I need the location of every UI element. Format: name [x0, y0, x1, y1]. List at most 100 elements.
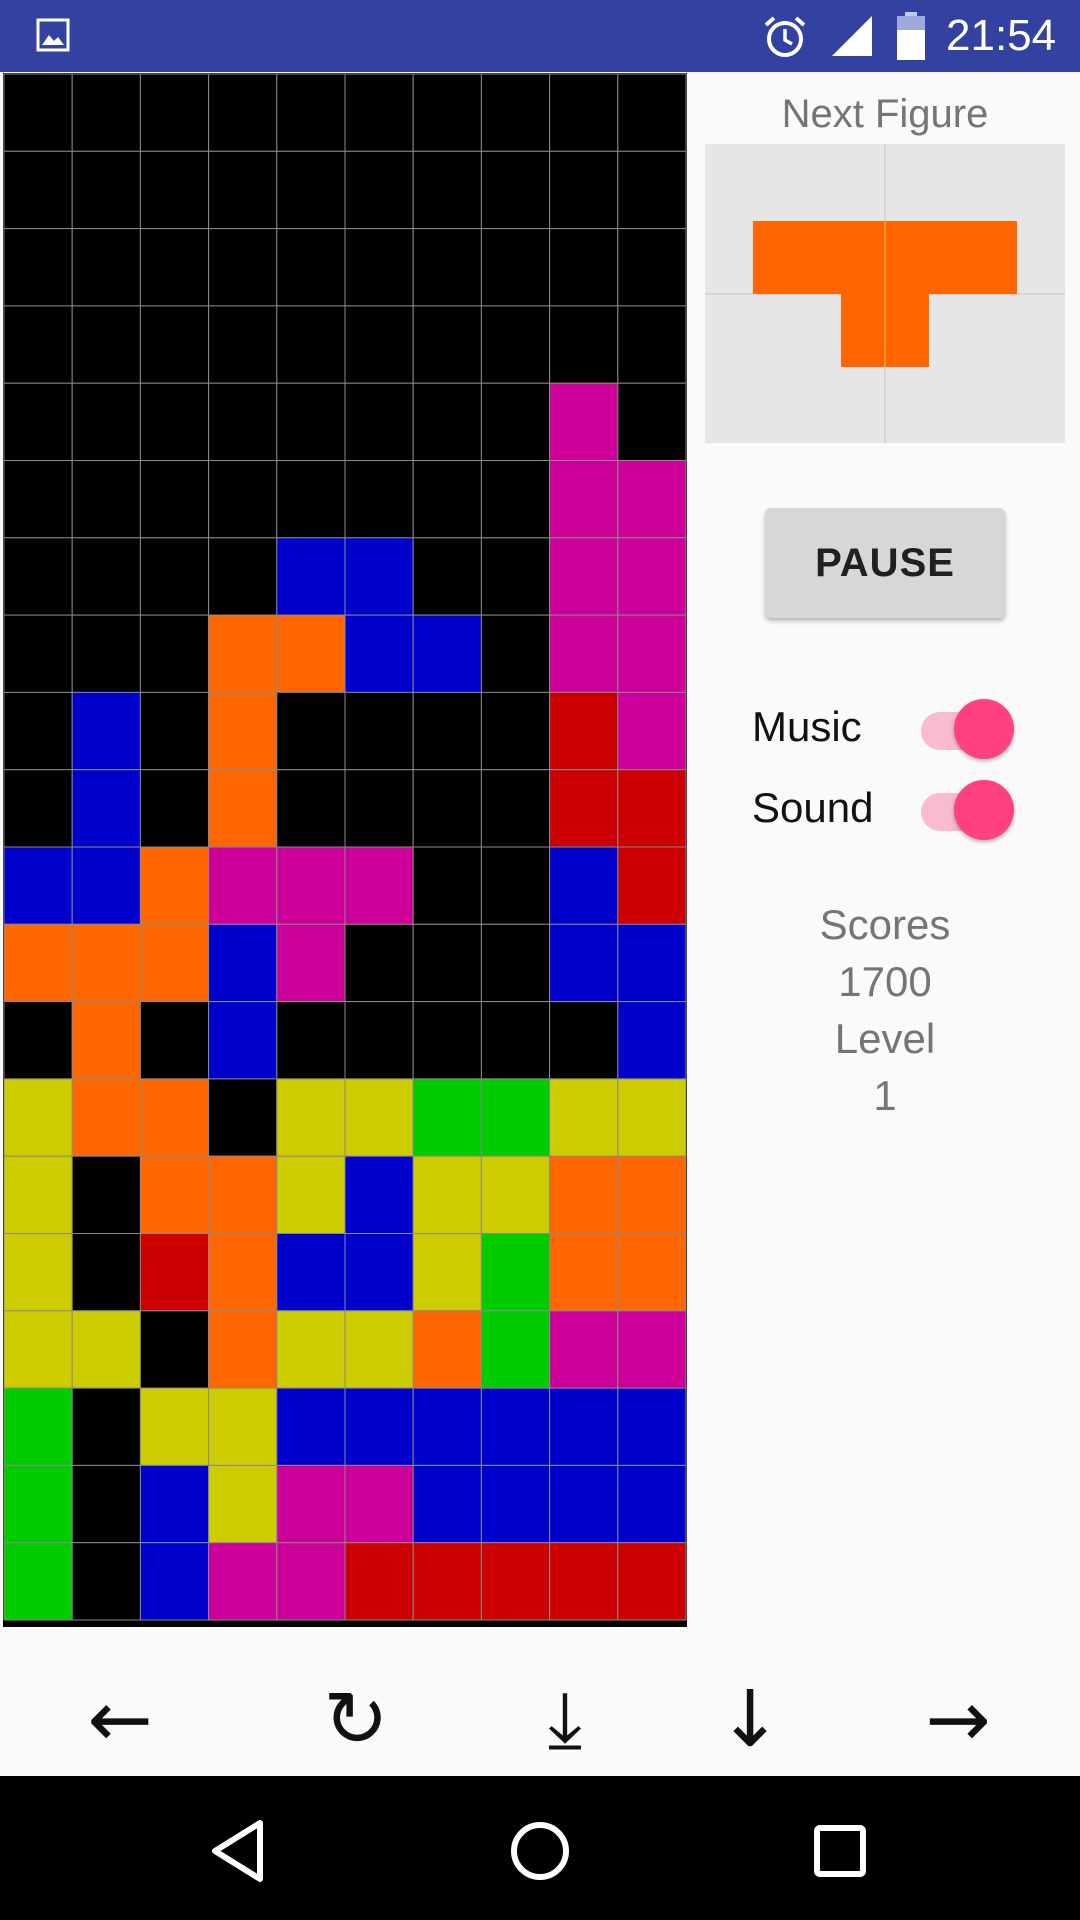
- board-cell: [208, 1078, 278, 1157]
- board-grid: [3, 73, 687, 1621]
- board-cell: [139, 73, 210, 152]
- board-cell: [139, 537, 210, 616]
- music-switch[interactable]: [909, 693, 1014, 763]
- board-cell: [208, 846, 278, 925]
- next-figure-label: Next Figure: [781, 92, 989, 136]
- board-cell: [208, 923, 278, 1003]
- board-cell: [344, 73, 414, 152]
- sound-label: Sound: [752, 784, 874, 831]
- board-cell: [617, 537, 687, 616]
- board-cell: [71, 228, 141, 307]
- board-cell: [3, 460, 73, 539]
- board-cell: [139, 691, 210, 771]
- board-cell: [208, 73, 278, 152]
- pause-button[interactable]: PAUSE: [765, 508, 1005, 618]
- board-cell: [71, 1387, 141, 1466]
- board-cell: [71, 614, 141, 693]
- game-board[interactable]: [3, 73, 687, 1627]
- board-cell: [3, 150, 73, 230]
- board-cell: [412, 846, 482, 925]
- next-piece: [705, 144, 1065, 443]
- board-cell: [549, 1233, 619, 1312]
- board-cell: [480, 1387, 551, 1466]
- board-cell: [208, 614, 278, 693]
- board-cell: [139, 1542, 210, 1621]
- board-cell: [412, 769, 482, 848]
- board-cell: [344, 1155, 414, 1234]
- board-cell: [412, 1001, 482, 1080]
- board-cell: [208, 1233, 278, 1312]
- board-cell: [3, 691, 73, 771]
- board-cell: [480, 537, 551, 616]
- board-cell: [617, 305, 687, 384]
- board-cell: [276, 537, 346, 616]
- board-cell: [480, 73, 551, 152]
- board-cell: [344, 1464, 414, 1544]
- board-cell: [276, 1155, 346, 1234]
- board-cell: [139, 1233, 210, 1312]
- board-cell: [617, 1542, 687, 1621]
- board-cell: [480, 1078, 551, 1157]
- board-cell: [276, 614, 346, 693]
- board-cell: [3, 614, 73, 693]
- board-cell: [3, 228, 73, 307]
- board-cell: [617, 1310, 687, 1389]
- move-right-button[interactable]: →: [888, 1670, 1028, 1770]
- board-cell: [549, 382, 619, 462]
- board-cell: [412, 228, 482, 307]
- board-cell: [549, 1078, 619, 1157]
- control-bar: ← ↻ ⤓ ↓ →: [0, 1670, 1080, 1770]
- back-icon[interactable]: [195, 1806, 285, 1896]
- board-cell: [480, 382, 551, 462]
- board-cell: [549, 1155, 619, 1234]
- board-cell: [139, 614, 210, 693]
- board-cell: [208, 460, 278, 539]
- board-cell: [139, 1387, 210, 1466]
- board-cell: [3, 1001, 73, 1080]
- board-cell: [276, 1233, 346, 1312]
- soft-drop-button[interactable]: ↓: [680, 1670, 820, 1770]
- board-cell: [617, 228, 687, 307]
- board-cell: [412, 691, 482, 771]
- level-value: 1: [873, 1072, 897, 1119]
- board-cell: [71, 305, 141, 384]
- board-cell: [3, 1078, 73, 1157]
- rotate-button[interactable]: ↻: [286, 1670, 426, 1770]
- board-cell: [617, 382, 687, 462]
- board-cell: [412, 1464, 482, 1544]
- board-cell: [71, 1464, 141, 1544]
- board-cell: [276, 1001, 346, 1080]
- home-icon[interactable]: [495, 1806, 585, 1896]
- board-cell: [139, 1464, 210, 1544]
- board-cell: [139, 150, 210, 230]
- board-cell: [139, 1310, 210, 1389]
- hard-drop-button[interactable]: ⤓: [495, 1670, 635, 1770]
- board-cell: [617, 1078, 687, 1157]
- board-cell: [480, 305, 551, 384]
- board-cell: [71, 769, 141, 848]
- board-cell: [276, 1542, 346, 1621]
- stats-panel: Scores 1700 Level 1: [705, 896, 1065, 1124]
- board-cell: [344, 1078, 414, 1157]
- board-cell: [3, 382, 73, 462]
- board-cell: [71, 150, 141, 230]
- board-cell: [344, 1233, 414, 1312]
- board-cell: [412, 1310, 482, 1389]
- board-cell: [617, 460, 687, 539]
- board-cell: [276, 228, 346, 307]
- battery-icon: [897, 12, 925, 60]
- board-cell: [71, 460, 141, 539]
- recents-icon[interactable]: [795, 1806, 885, 1896]
- board-cell: [617, 691, 687, 771]
- board-cell: [71, 923, 141, 1003]
- sound-switch[interactable]: [909, 774, 1014, 844]
- board-cell: [208, 1387, 278, 1466]
- board-cell: [480, 1542, 551, 1621]
- music-label: Music: [752, 703, 862, 750]
- board-cell: [139, 382, 210, 462]
- move-left-button[interactable]: ←: [50, 1670, 190, 1770]
- board-cell: [480, 846, 551, 925]
- board-cell: [549, 846, 619, 925]
- board-cell: [3, 1155, 73, 1234]
- board-cell: [208, 305, 278, 384]
